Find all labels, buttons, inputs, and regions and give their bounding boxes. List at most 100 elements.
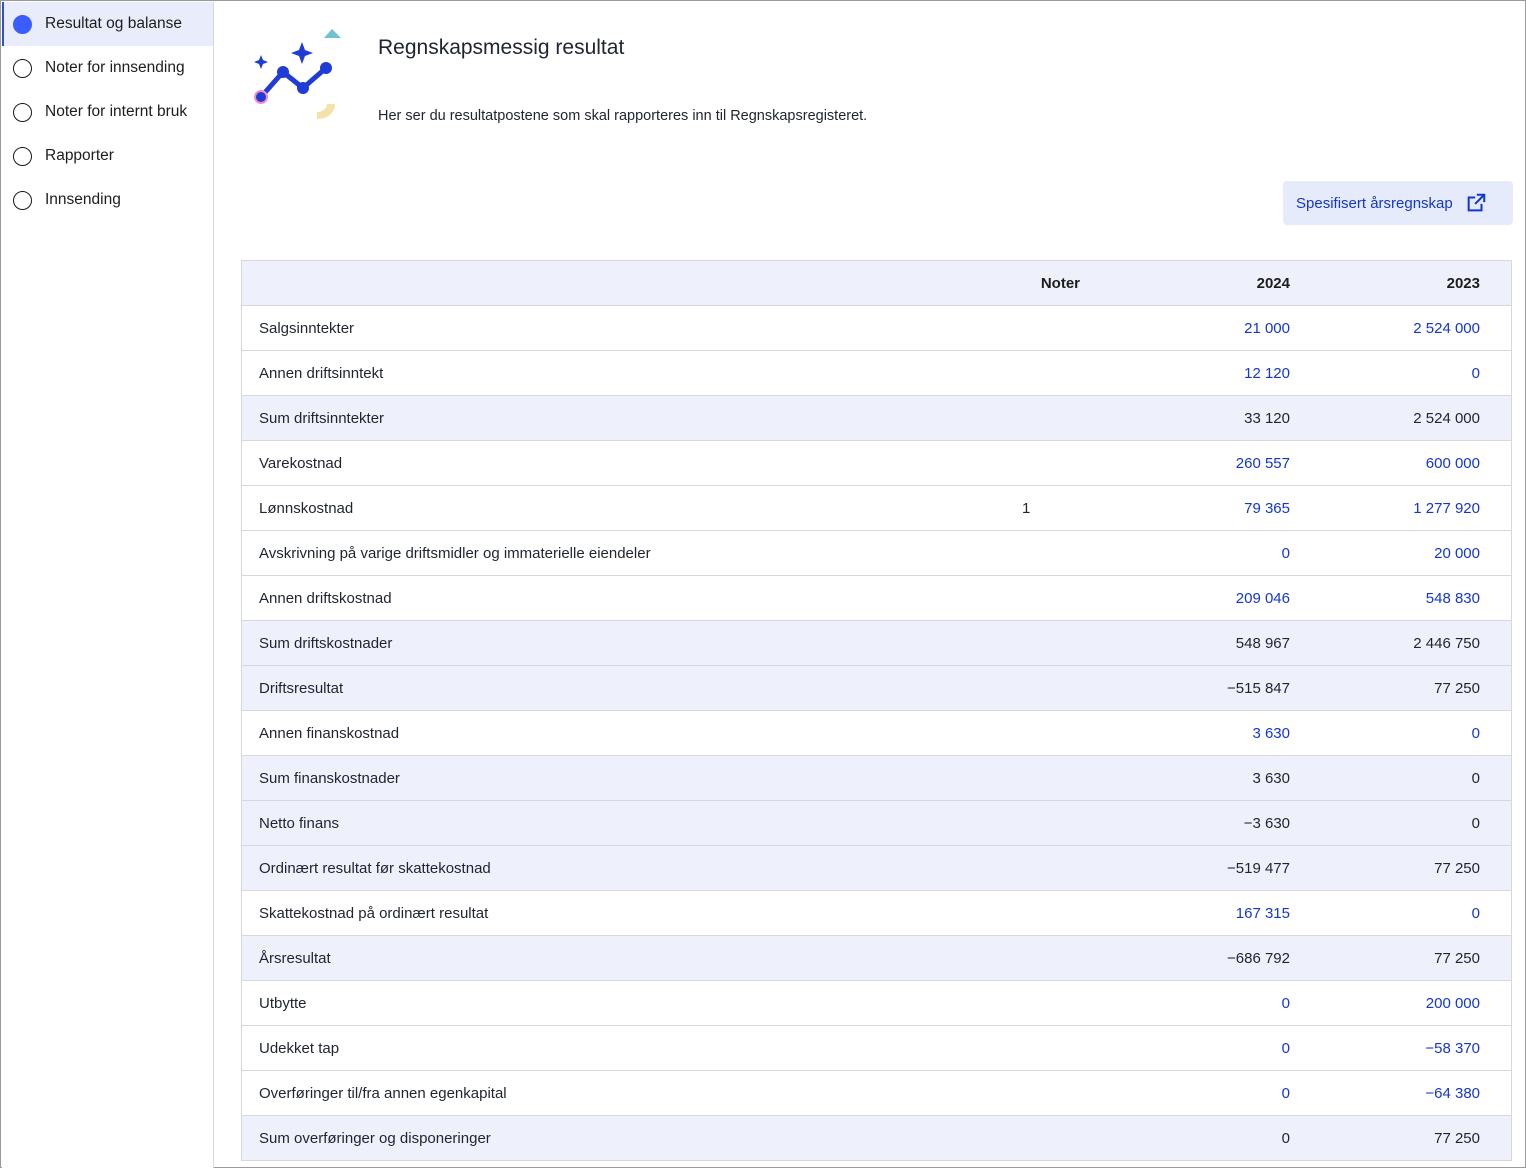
row-note[interactable]: 1 bbox=[1002, 486, 1112, 530]
row-note bbox=[1002, 576, 1112, 620]
value-2023[interactable]: −58 370 bbox=[1290, 1026, 1480, 1070]
value-2023: 77 250 bbox=[1434, 949, 1480, 967]
row-note bbox=[1002, 351, 1112, 395]
page-description: Her ser du resultatpostene som skal rapp… bbox=[378, 108, 868, 124]
row-label: Annen driftsinntekt bbox=[259, 364, 384, 382]
table-sum-row: Sum driftsinntekter 33 120 2 524 000 bbox=[242, 396, 1511, 441]
value-2024[interactable]: 260 557 bbox=[1112, 441, 1290, 485]
table-sum-row: Ordinært resultat før skattekostnad −519 … bbox=[242, 846, 1511, 891]
table-body: Salgsinntekter 21 000 2 524 000 Annen drift… bbox=[242, 306, 1511, 1161]
row-label: Årsresultat bbox=[259, 949, 331, 967]
row-note bbox=[1002, 306, 1112, 350]
row-label: Sum finanskostnader bbox=[259, 769, 400, 787]
row-note bbox=[1002, 936, 1112, 980]
table-row: Annen driftsinntekt 12 120 0 bbox=[242, 351, 1511, 396]
row-label: Lønnskostnad bbox=[259, 499, 354, 517]
result-table: Noter 2024 2023 Salgsinntekter 21 000 2 52… bbox=[241, 260, 1512, 1161]
value-2024: 548 967 bbox=[1235, 634, 1290, 652]
radio-filled-icon bbox=[13, 14, 32, 34]
sidebar-item-rapporter[interactable]: Rapporter bbox=[2, 134, 213, 178]
value-2023[interactable]: 0 bbox=[1290, 351, 1480, 395]
radio-empty-icon bbox=[13, 102, 32, 122]
value-2023: 77 250 bbox=[1434, 859, 1480, 877]
table-row: Lønnskostnad 1 79 365 1 277 920 bbox=[242, 486, 1511, 531]
specified-annual-accounts-button[interactable]: Spesifisert årsregnskap bbox=[1283, 181, 1513, 225]
value-2023: 0 bbox=[1471, 769, 1480, 787]
app-frame: Resultat og balanse Noter for innsending N… bbox=[0, 0, 1526, 1168]
value-2023[interactable]: 600 000 bbox=[1290, 441, 1480, 485]
value-2024[interactable]: 0 bbox=[1112, 1026, 1290, 1070]
row-note bbox=[1002, 1116, 1112, 1160]
table-row: Udekket tap 0 −58 370 bbox=[242, 1026, 1511, 1071]
row-label: Ordinært resultat før skattekostnad bbox=[259, 859, 491, 877]
value-2023[interactable]: −64 380 bbox=[1290, 1071, 1480, 1115]
value-2024: −686 792 bbox=[1227, 949, 1290, 967]
column-header-label bbox=[242, 261, 1002, 305]
value-2023[interactable]: 2 524 000 bbox=[1290, 306, 1480, 350]
spec-button-label: Spesifisert årsregnskap bbox=[1296, 194, 1453, 212]
value-2023[interactable]: 0 bbox=[1290, 891, 1480, 935]
value-2024: 33 120 bbox=[1244, 409, 1290, 427]
value-2024[interactable]: 79 365 bbox=[1112, 486, 1290, 530]
value-2023[interactable]: 20 000 bbox=[1290, 531, 1480, 575]
row-note bbox=[1002, 666, 1112, 710]
row-label: Skattekostnad på ordinært resultat bbox=[259, 904, 489, 922]
row-note bbox=[1002, 1071, 1112, 1115]
row-label: Avskrivning på varige driftsmidler og im… bbox=[259, 544, 651, 562]
table-row: Avskrivning på varige driftsmidler og im… bbox=[242, 531, 1511, 576]
sidebar-item-label: Noter for innsending bbox=[45, 59, 185, 76]
table-sum-row: Årsresultat −686 792 77 250 bbox=[242, 936, 1511, 981]
value-2023[interactable]: 200 000 bbox=[1290, 981, 1480, 1025]
row-note bbox=[1002, 711, 1112, 755]
table-header-row: Noter 2024 2023 bbox=[242, 261, 1511, 306]
table-sum-row: Netto finans −3 630 0 bbox=[242, 801, 1511, 846]
sidebar-item-label: Innsending bbox=[45, 191, 121, 208]
value-2024[interactable]: 0 bbox=[1112, 981, 1290, 1025]
row-note bbox=[1002, 891, 1112, 935]
row-note bbox=[1002, 981, 1112, 1025]
sidebar-item-label: Resultat og balanse bbox=[45, 15, 183, 32]
value-2024[interactable]: 209 046 bbox=[1112, 576, 1290, 620]
row-label: Salgsinntekter bbox=[259, 319, 355, 337]
row-label: Annen driftskostnad bbox=[259, 589, 392, 607]
table-row: Overføringer til/fra annen egenkapital 0−… bbox=[242, 1071, 1511, 1116]
table-row: Varekostnad 260 557 600 000 bbox=[242, 441, 1511, 486]
sidebar-item-label: Noter for internt bruk bbox=[45, 103, 188, 120]
value-2024[interactable]: 0 bbox=[1112, 531, 1290, 575]
table-row: Salgsinntekter 21 000 2 524 000 bbox=[242, 306, 1511, 351]
value-2023[interactable]: 548 830 bbox=[1290, 576, 1480, 620]
row-label: Sum driftsinntekter bbox=[259, 409, 385, 427]
sidebar-item-noter-for-innsending[interactable]: Noter for innsending bbox=[2, 46, 213, 90]
sidebar-item-resultat-og-balanse[interactable]: Resultat og balanse bbox=[2, 2, 213, 46]
table-sum-row: Sum finanskostnader 3 630 0 bbox=[242, 756, 1511, 801]
row-label: Netto finans bbox=[259, 814, 340, 832]
value-2024: 3 630 bbox=[1252, 769, 1290, 787]
value-2024[interactable]: 21 000 bbox=[1112, 306, 1290, 350]
value-2024[interactable]: 3 630 bbox=[1112, 711, 1290, 755]
value-2023: 77 250 bbox=[1434, 679, 1480, 697]
sidebar: Resultat og balanse Noter for innsending N… bbox=[2, 2, 214, 1168]
table-row: Annen driftskostnad 209 046 548 830 bbox=[242, 576, 1511, 621]
row-note bbox=[1002, 441, 1112, 485]
column-header-2023: 2023 bbox=[1446, 274, 1480, 292]
chart-illustration-icon bbox=[254, 29, 341, 119]
value-2024[interactable]: 167 315 bbox=[1112, 891, 1290, 935]
radio-empty-icon bbox=[13, 146, 32, 166]
radio-empty-icon bbox=[13, 58, 32, 78]
row-note bbox=[1002, 801, 1112, 845]
sidebar-item-noter-for-internt-bruk[interactable]: Noter for internt bruk bbox=[2, 90, 213, 134]
row-note bbox=[1002, 621, 1112, 665]
value-2024[interactable]: 0 bbox=[1112, 1071, 1290, 1115]
page-title: Regnskapsmessig resultat bbox=[378, 36, 625, 59]
radio-empty-icon bbox=[13, 190, 32, 210]
row-label: Sum overføringer og disponeringer bbox=[259, 1129, 491, 1147]
value-2023[interactable]: 1 277 920 bbox=[1290, 486, 1480, 530]
sidebar-nav: Resultat og balanse Noter for innsending N… bbox=[2, 2, 213, 222]
table-sum-row: Driftsresultat −515 847 77 250 bbox=[242, 666, 1511, 711]
value-2024[interactable]: 12 120 bbox=[1112, 351, 1290, 395]
row-note bbox=[1002, 1026, 1112, 1070]
value-2023[interactable]: 0 bbox=[1290, 711, 1480, 755]
sidebar-item-innsending[interactable]: Innsending bbox=[2, 178, 213, 222]
table-sum-row: Sum overføringer og disponeringer 0 77 250 bbox=[242, 1116, 1511, 1161]
row-label: Udekket tap bbox=[259, 1039, 340, 1057]
